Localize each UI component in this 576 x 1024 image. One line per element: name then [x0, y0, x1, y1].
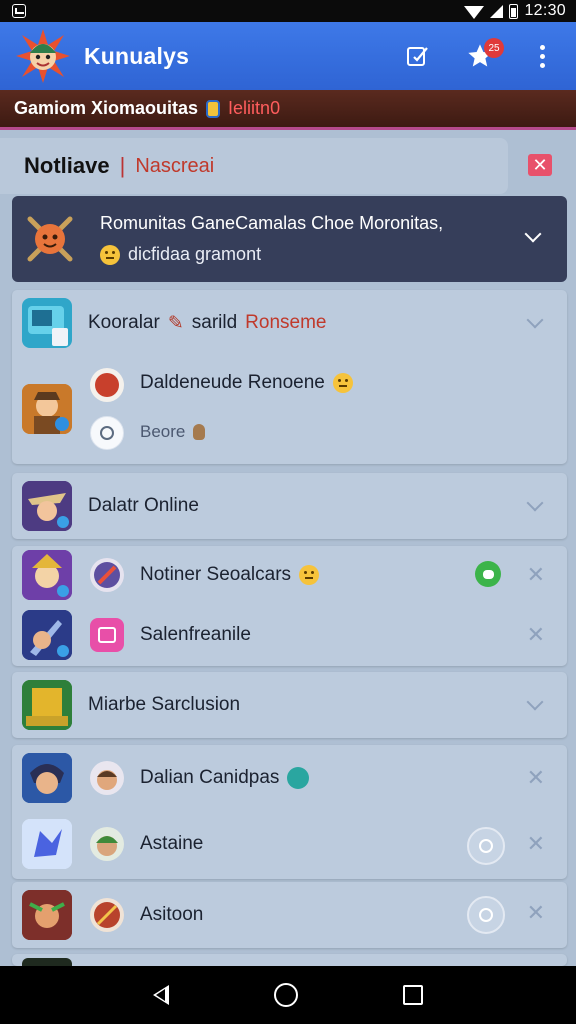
smile-emoji-icon [332, 373, 353, 393]
game-app-icon [22, 819, 72, 869]
recents-button[interactable] [403, 985, 424, 1005]
overflow-menu-button[interactable] [522, 36, 562, 76]
game-strip-title: Gamiom Xiomaouitas [14, 98, 199, 118]
row-label: Dalian Canidpas [140, 767, 280, 788]
pin-icon: ✎ [167, 312, 184, 334]
smile-emoji-icon [299, 565, 320, 585]
row-secondary-text: Beore [140, 422, 186, 441]
character-avatar-icon [90, 827, 124, 861]
row-label-secondary: sarild [191, 312, 238, 333]
expand-chevron-icon[interactable] [526, 494, 544, 512]
signal-icon [490, 4, 504, 18]
game-strip[interactable]: Gamiom Xiomaouitas Ieliitn0 [0, 90, 576, 130]
notification-group: Notiner Seoalcars ✕ Salenfreanile ✕ [12, 546, 567, 666]
swords-icon [90, 898, 124, 932]
list-item[interactable]: Notiner Seoalcars ✕ [12, 546, 567, 608]
edit-button[interactable] [398, 36, 438, 76]
row-label: Kooralar [88, 312, 160, 333]
dismiss-button[interactable]: ✕ [527, 622, 545, 648]
row-label: Asitoon [140, 904, 204, 925]
game-app-icon [22, 753, 72, 803]
wifi-icon [464, 5, 485, 19]
crossed-swords-icon [24, 213, 76, 265]
status-time: 12:30 [524, 2, 566, 19]
notification-group: Kooralar ✎ sarild Ronseme Daldeneude Ren… [12, 290, 567, 464]
favorites-button[interactable]: 25 [460, 36, 504, 76]
online-status-icon [475, 561, 501, 587]
list-item[interactable]: Salenfreanile ✕ [12, 604, 567, 666]
featured-subtitle: dicfidaa gramont [128, 244, 262, 264]
list-item[interactable]: Dalatr Online [12, 475, 567, 537]
dismiss-button[interactable]: ✕ [527, 562, 545, 588]
smile-emoji-icon [100, 244, 120, 265]
app-logo [14, 27, 72, 85]
close-icon: ✕ [532, 154, 548, 175]
compass-icon [90, 558, 124, 592]
notice-subtitle: Nascreai [135, 154, 215, 177]
list-item[interactable]: Daldeneude Renoene Beore [12, 364, 567, 462]
list-item[interactable]: Dalian Canidpas ✕ [12, 747, 567, 809]
game-app-icon [22, 384, 72, 434]
game-app-icon [22, 890, 72, 940]
game-app-icon [22, 610, 72, 660]
shield-icon [193, 424, 206, 440]
action-button[interactable] [467, 827, 505, 865]
edit-note-icon [407, 47, 428, 66]
game-app-icon [22, 550, 72, 600]
game-app-icon [22, 298, 72, 348]
list-item[interactable]: Asitoon ✕ [12, 884, 567, 946]
circle-icon [479, 908, 493, 922]
app-title: Kunualys [84, 42, 190, 69]
row-label: Miarbe Sarclusion [88, 694, 241, 715]
dismiss-button[interactable]: ✕ [527, 831, 545, 857]
expand-chevron-icon[interactable] [526, 311, 544, 329]
chat-bubble-icon [90, 416, 124, 450]
list-item[interactable]: Kooralar ✎ sarild Ronseme [12, 292, 567, 354]
dismiss-button[interactable]: ✕ [527, 900, 545, 926]
notice-title: Notliave [24, 153, 110, 178]
camera-icon [90, 618, 124, 652]
notification-icon [12, 4, 26, 18]
row-label: Salenfreanile [140, 624, 251, 645]
system-nav-bar [0, 966, 576, 1024]
game-app-icon [22, 481, 72, 531]
game-app-icon [22, 680, 72, 730]
row-label: Dalatr Online [88, 495, 199, 516]
favorites-badge: 25 [484, 38, 504, 58]
circle-icon [479, 839, 493, 853]
back-button[interactable] [152, 985, 169, 1005]
home-button[interactable] [273, 983, 298, 1007]
more-vert-icon [539, 44, 545, 68]
rank-badge-icon [90, 368, 124, 402]
dismiss-button[interactable]: ✕ [527, 765, 545, 791]
notification-group: Dalian Canidpas ✕ Astaine ✕ [12, 745, 567, 879]
game-app-icon [22, 958, 72, 966]
list-item[interactable]: Astaine ✕ [12, 815, 567, 877]
row-label-highlight: Ronseme [245, 312, 327, 333]
row-label: Daldeneude Renoene [140, 372, 325, 393]
character-avatar-icon [90, 761, 124, 795]
notice-card[interactable]: Notliave | Nascreai [0, 138, 508, 194]
row-label: Astaine [140, 833, 204, 854]
featured-notification[interactable]: Romunitas GaneCamalas Choe Moronitas, di… [12, 196, 567, 282]
row-label: Notiner Seoalcars [140, 564, 292, 585]
status-bar: 12:30 [0, 0, 576, 22]
notice-close-button[interactable]: ✕ [528, 154, 552, 176]
battery-icon [509, 3, 519, 19]
notification-group-partial [12, 954, 567, 966]
teal-badge-icon [287, 767, 310, 789]
list-item[interactable]: Miarbe Sarclusion [12, 674, 567, 736]
notification-group: Asitoon ✕ [12, 882, 567, 948]
featured-title: Romunitas GaneCamalas Choe Moronitas, [100, 213, 444, 233]
expand-chevron-icon[interactable] [526, 693, 544, 711]
action-button[interactable] [467, 896, 505, 934]
notification-group: Miarbe Sarclusion [12, 672, 567, 738]
game-strip-subtitle: Ieliitn0 [228, 98, 281, 118]
coin-icon [206, 99, 221, 118]
notice-separator: | [119, 153, 126, 178]
notification-group: Dalatr Online [12, 473, 567, 539]
app-bar: Kunualys 25 [0, 22, 576, 90]
